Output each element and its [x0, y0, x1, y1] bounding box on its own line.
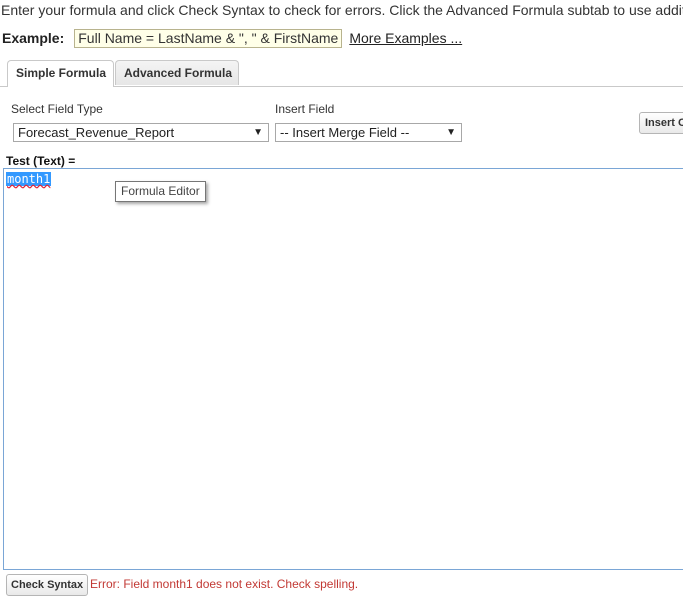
formula-editor-page: Enter your formula and click Check Synta… — [0, 0, 683, 604]
field-type-select-value: Forecast_Revenue_Report — [18, 125, 175, 140]
insert-field-label: Insert Field — [275, 102, 335, 116]
formula-tabs: Simple Formula Advanced Formula — [0, 60, 683, 87]
example-label: Example: — [2, 30, 65, 46]
formula-textarea[interactable]: month1 — [3, 168, 683, 570]
select-field-type-label: Select Field Type — [11, 102, 103, 116]
syntax-error-message: Error: Field month1 does not exist. Chec… — [90, 577, 359, 591]
tab-simple-formula[interactable]: Simple Formula — [7, 60, 114, 87]
check-syntax-button[interactable]: Check Syntax — [6, 574, 89, 596]
tab-advanced-formula[interactable]: Advanced Formula — [115, 60, 239, 85]
formula-editor-tooltip: Formula Editor — [115, 181, 206, 202]
formula-title: Test (Text) = — [6, 154, 76, 168]
more-examples-link[interactable]: More Examples ... — [349, 30, 462, 46]
example-row: Example: Full Name = LastName & ", " & F… — [2, 28, 462, 48]
field-type-select[interactable]: Forecast_Revenue_Report ▼ — [13, 123, 269, 142]
instructions-text: Enter your formula and click Check Synta… — [1, 2, 683, 18]
dropdown-arrow-icon: ▼ — [446, 127, 456, 138]
dropdown-arrow-icon: ▼ — [253, 127, 263, 138]
insert-field-select-value: -- Insert Merge Field -- — [280, 125, 410, 140]
insert-field-select[interactable]: -- Insert Merge Field -- ▼ — [275, 123, 462, 142]
insert-operator-button[interactable]: Insert O — [639, 112, 683, 134]
formula-text-selected: month1 — [6, 172, 52, 186]
example-formula: Full Name = LastName & ", " & FirstName — [74, 28, 343, 48]
